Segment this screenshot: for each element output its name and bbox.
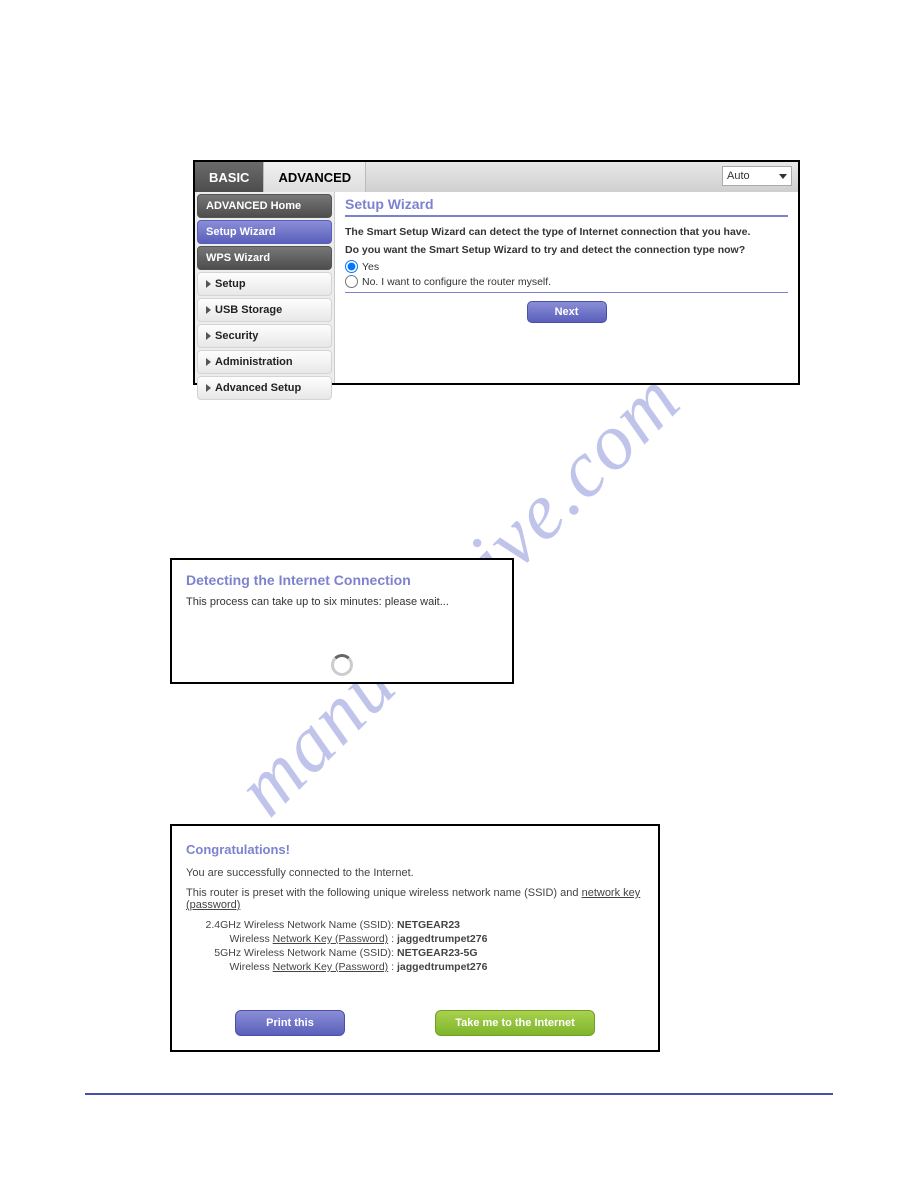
caret-right-icon <box>206 358 211 366</box>
chevron-down-icon <box>779 174 787 179</box>
button-row: Print this Take me to the Internet <box>172 1010 658 1036</box>
detecting-title: Detecting the Internet Connection <box>186 572 498 588</box>
label-24-ssid: 2.4GHz Wireless Network Name (SSID): <box>204 919 394 931</box>
detecting-message: This process can take up to six minutes:… <box>186 596 498 608</box>
language-dropdown[interactable]: Auto <box>722 166 792 186</box>
tab-basic[interactable]: BASIC <box>195 162 264 192</box>
value-5-ssid: NETGEAR23-5G <box>397 947 644 959</box>
congrats-line1: You are successfully connected to the In… <box>186 867 644 879</box>
wizard-desc-2: Do you want the Smart Setup Wizard to tr… <box>345 243 788 258</box>
caret-right-icon <box>206 332 211 340</box>
label-24-key: Wireless Network Key (Password) : <box>204 933 394 945</box>
value-5-key: jaggedtrumpet276 <box>397 961 644 973</box>
sidebar-item-administration[interactable]: Administration <box>197 350 332 374</box>
sidebar: ADVANCED Home Setup Wizard WPS Wizard Se… <box>195 192 335 383</box>
radio-yes-label: Yes <box>362 261 379 273</box>
label-5-ssid: 5GHz Wireless Network Name (SSID): <box>204 947 394 959</box>
radio-yes[interactable]: Yes <box>345 260 788 273</box>
radio-no-label: No. I want to configure the router mysel… <box>362 276 551 288</box>
network-key-link-24[interactable]: Network Key (Password) <box>273 933 389 945</box>
congrats-title: Congratulations! <box>186 842 644 857</box>
sidebar-item-setup[interactable]: Setup <box>197 272 332 296</box>
tabs-row: BASIC ADVANCED Auto <box>195 162 798 192</box>
router-admin-panel: BASIC ADVANCED Auto ADVANCED Home Setup … <box>193 160 800 385</box>
congratulations-panel: Congratulations! You are successfully co… <box>170 824 660 1052</box>
caret-right-icon <box>206 280 211 288</box>
value-24-key: jaggedtrumpet276 <box>397 933 644 945</box>
caret-right-icon <box>206 306 211 314</box>
wizard-desc-1: The Smart Setup Wizard can detect the ty… <box>345 225 788 240</box>
network-info-grid: 2.4GHz Wireless Network Name (SSID): NET… <box>204 919 644 973</box>
main-content: Setup Wizard The Smart Setup Wizard can … <box>335 192 798 383</box>
dropdown-value: Auto <box>727 170 750 182</box>
detecting-panel: Detecting the Internet Connection This p… <box>170 558 514 684</box>
page-title: Setup Wizard <box>345 196 788 217</box>
congrats-line2: This router is preset with the following… <box>186 887 644 911</box>
footer-divider <box>85 1093 833 1095</box>
sidebar-item-setup-wizard[interactable]: Setup Wizard <box>197 220 332 244</box>
next-button[interactable]: Next <box>527 301 607 323</box>
radio-yes-input[interactable] <box>345 260 358 273</box>
sidebar-item-advanced-setup[interactable]: Advanced Setup <box>197 376 332 400</box>
sidebar-item-advanced-home[interactable]: ADVANCED Home <box>197 194 332 218</box>
radio-no-input[interactable] <box>345 275 358 288</box>
sidebar-item-usb-storage[interactable]: USB Storage <box>197 298 332 322</box>
print-button[interactable]: Print this <box>235 1010 345 1036</box>
spinner-icon <box>331 654 353 676</box>
take-me-internet-button[interactable]: Take me to the Internet <box>435 1010 595 1036</box>
sidebar-item-wps-wizard[interactable]: WPS Wizard <box>197 246 332 270</box>
network-key-link-5[interactable]: Network Key (Password) <box>273 961 389 973</box>
divider <box>345 292 788 293</box>
value-24-ssid: NETGEAR23 <box>397 919 644 931</box>
label-5-key: Wireless Network Key (Password) : <box>204 961 394 973</box>
caret-right-icon <box>206 384 211 392</box>
radio-no[interactable]: No. I want to configure the router mysel… <box>345 275 788 288</box>
tab-advanced[interactable]: ADVANCED <box>264 162 366 192</box>
sidebar-item-security[interactable]: Security <box>197 324 332 348</box>
